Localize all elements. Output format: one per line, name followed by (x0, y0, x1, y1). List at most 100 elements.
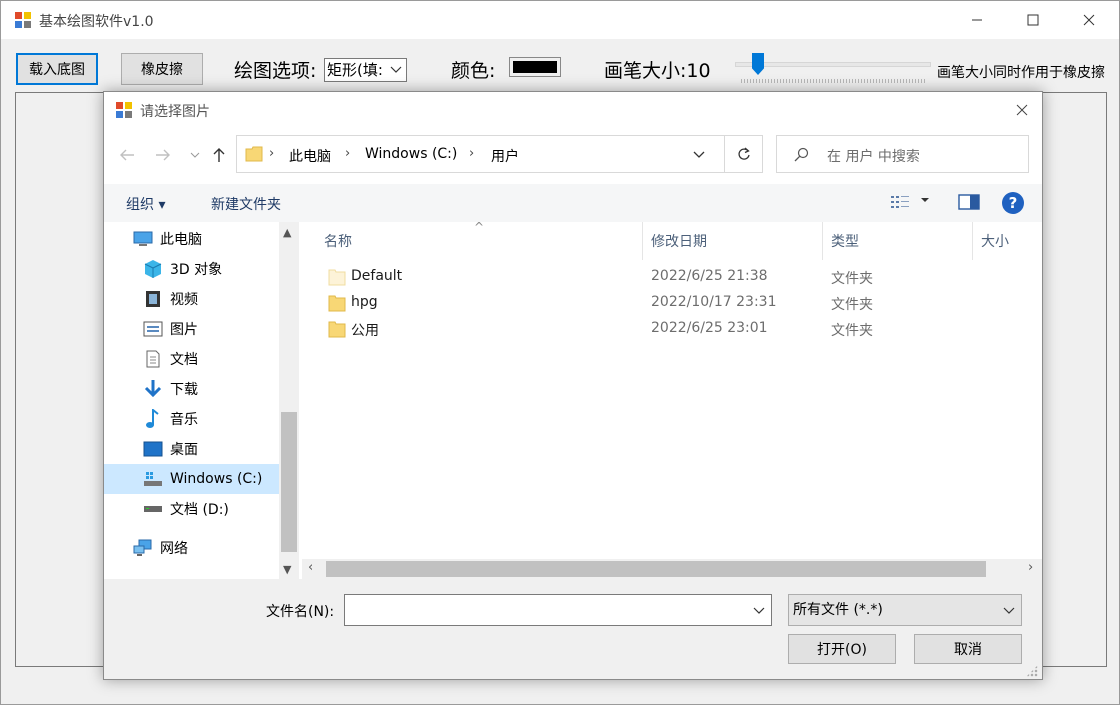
minimize-icon (972, 19, 982, 21)
pen-size-slider[interactable] (735, 53, 931, 85)
open-button[interactable]: 打开(O) (788, 634, 896, 664)
breadcrumb-this-pc[interactable]: 此电脑 (289, 146, 331, 166)
color-swatch[interactable] (509, 57, 561, 77)
slider-thumb[interactable] (752, 53, 764, 75)
filename-input[interactable] (344, 594, 772, 626)
nav-music[interactable]: 音乐 (142, 404, 299, 434)
nav-3d-objects[interactable]: 3D 对象 (142, 254, 299, 284)
nav-drive-c[interactable]: Windows (C:) (104, 464, 279, 494)
refresh-button[interactable] (724, 136, 762, 172)
nav-label: 下载 (170, 382, 198, 398)
minimize-button[interactable] (951, 1, 1003, 39)
address-bar[interactable]: › 此电脑 › Windows (C:) › 用户 (236, 135, 763, 173)
column-header-modified[interactable]: 修改日期 (643, 222, 823, 260)
cancel-button[interactable]: 取消 (914, 634, 1022, 664)
color-label: 颜色: (451, 60, 496, 82)
breadcrumb-separator: › (345, 146, 351, 161)
filename-label: 文件名(N): (266, 604, 335, 620)
dialog-close-button[interactable] (1010, 98, 1034, 122)
scrollbar-thumb[interactable] (326, 561, 986, 577)
column-label: 名称 (324, 234, 352, 250)
breadcrumb-drive-c[interactable]: Windows (C:) (365, 146, 457, 162)
folder-icon (328, 321, 346, 338)
scrollbar-thumb[interactable] (281, 412, 297, 552)
nav-label: 音乐 (170, 412, 198, 428)
organize-menu[interactable]: 组织 ▾ (126, 194, 165, 214)
load-base-image-button[interactable]: 载入底图 (16, 53, 98, 85)
nav-this-pc[interactable]: 此电脑 (132, 224, 299, 254)
file-list-hscrollbar[interactable]: ‹ › (302, 559, 1042, 579)
nav-label: 桌面 (170, 442, 198, 458)
file-row[interactable]: hpg 2022/10/17 23:31 文件夹 (302, 290, 1042, 316)
up-button[interactable] (208, 144, 230, 166)
music-icon (146, 409, 159, 428)
view-dropdown-icon[interactable] (920, 196, 930, 204)
column-header-size[interactable]: 大小 (973, 222, 1042, 260)
address-dropdown[interactable] (689, 146, 709, 164)
file-list: ^ 名称 修改日期 类型 大小 Default 2022/6/25 21:38 … (302, 220, 1042, 558)
color-fill (513, 61, 557, 73)
shape-select-value: 矩形(填: (327, 61, 383, 79)
close-icon (1083, 14, 1095, 26)
nav-pane-scrollbar[interactable]: ▲ ▼ (279, 222, 299, 579)
file-type: 文件夹 (831, 297, 873, 313)
shape-select[interactable]: 矩形(填: (324, 58, 407, 82)
open-file-dialog: 请选择图片 › 此电脑 › Windows (C:) › 用户 在 用户 中搜索… (103, 91, 1043, 680)
chevron-right-icon[interactable]: › (1028, 560, 1033, 575)
nav-label: Windows (C:) (170, 471, 263, 487)
arrow-left-icon (120, 149, 134, 161)
file-row[interactable]: 公用 2022/6/25 23:01 文件夹 (302, 316, 1042, 342)
view-details-icon[interactable] (890, 194, 910, 210)
dialog-footer: 文件名(N): 所有文件 (*.*) 打开(O) 取消 (104, 579, 1042, 679)
filetype-select[interactable]: 所有文件 (*.*) (788, 594, 1022, 626)
chevron-left-icon[interactable]: ‹ (308, 560, 313, 575)
pen-size-note: 画笔大小同时作用于橡皮擦 (937, 65, 1105, 81)
nav-videos[interactable]: 视频 (142, 284, 299, 314)
new-folder-button[interactable]: 新建文件夹 (211, 194, 281, 214)
file-name: Default (351, 268, 403, 284)
column-header-type[interactable]: 类型 (823, 222, 973, 260)
arrow-right-icon (156, 149, 170, 161)
nav-label: 3D 对象 (170, 262, 223, 278)
filetype-value: 所有文件 (*.*) (793, 602, 883, 618)
close-button[interactable] (1063, 1, 1115, 39)
chevron-up-icon[interactable]: ▲ (283, 226, 291, 239)
chevron-down-icon (390, 66, 402, 73)
eraser-button[interactable]: 橡皮擦 (121, 53, 203, 85)
column-header-name[interactable]: ^ 名称 (302, 220, 643, 260)
column-label: 大小 (981, 234, 1009, 250)
nav-drive-d[interactable]: 文档 (D:) (142, 494, 299, 524)
navigation-pane: 此电脑 3D 对象 视频 图片 文档 下载 音乐 桌面 Windows (C:)… (104, 222, 299, 579)
nav-documents[interactable]: 文档 (142, 344, 299, 374)
preview-pane-icon[interactable] (958, 193, 980, 211)
nav-network[interactable]: 网络 (132, 533, 299, 563)
forward-button[interactable] (152, 144, 174, 166)
file-modified: 2022/6/25 23:01 (651, 320, 768, 336)
search-box[interactable]: 在 用户 中搜索 (776, 135, 1029, 173)
maximize-button[interactable] (1007, 1, 1059, 39)
chevron-down-icon[interactable]: ▼ (283, 563, 291, 576)
recent-locations-button[interactable] (184, 144, 206, 166)
nav-pictures[interactable]: 图片 (142, 314, 299, 344)
breadcrumb-separator: › (269, 146, 275, 161)
breadcrumb-users[interactable]: 用户 (491, 146, 519, 166)
computer-icon (133, 231, 153, 246)
nav-label: 图片 (170, 322, 198, 338)
drive-icon (144, 472, 162, 486)
nav-desktop[interactable]: 桌面 (142, 434, 299, 464)
video-icon (146, 291, 160, 307)
nav-downloads[interactable]: 下载 (142, 374, 299, 404)
network-icon (133, 539, 152, 556)
help-icon[interactable]: ? (1002, 192, 1024, 214)
back-button[interactable] (116, 144, 138, 166)
file-type: 文件夹 (831, 271, 873, 287)
app-icon (15, 12, 31, 28)
file-name: 公用 (351, 323, 379, 339)
nav-label: 文档 (170, 352, 198, 368)
chevron-down-icon[interactable] (753, 601, 765, 619)
resize-grip[interactable] (1026, 665, 1038, 677)
breadcrumb-separator: › (469, 146, 475, 161)
arrow-up-icon (213, 148, 225, 162)
picture-icon (143, 321, 163, 337)
file-row[interactable]: Default 2022/6/25 21:38 文件夹 (302, 264, 1042, 290)
